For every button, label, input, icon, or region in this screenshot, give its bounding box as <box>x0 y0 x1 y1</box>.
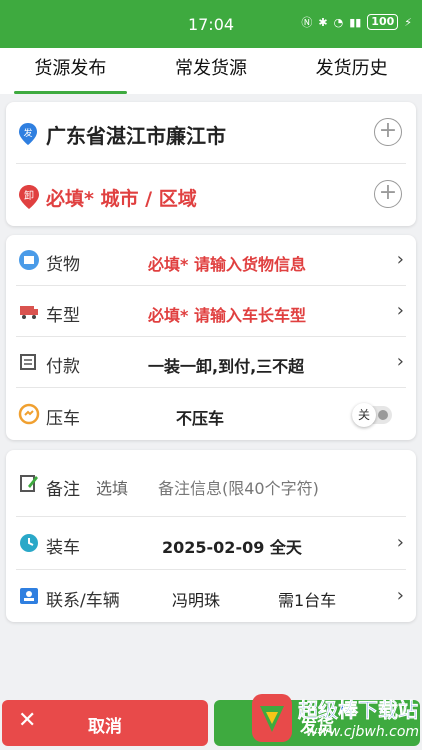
vehicle-type-row[interactable]: 车型 必填* 请输入车长车型 › <box>6 286 416 336</box>
destination-pin-icon: 卸 <box>19 185 39 209</box>
contact-icon <box>20 588 38 604</box>
goods-row[interactable]: 货物 必填* 请输入货物信息 › <box>6 235 416 285</box>
vehicle-type-value: 必填* 请输入车长车型 <box>148 306 306 325</box>
remark-input[interactable]: 备注信息(限40个字符) <box>158 475 319 499</box>
chevron-right-icon: › <box>396 300 404 321</box>
loading-label: 装车 <box>46 538 80 558</box>
charging-icon: ⚡ <box>404 15 412 29</box>
contact-row[interactable]: 联系/车辆 冯明珠 需1台车 › <box>6 570 416 622</box>
tab-frequent[interactable]: 常发货源 <box>141 48 282 94</box>
nfc-icon: Ⓝ <box>301 16 313 29</box>
payment-value: 一装一卸,到付,三不超 <box>148 357 305 376</box>
chevron-right-icon: › <box>396 532 404 553</box>
wifi-icon: ◔ <box>333 15 344 29</box>
clock-icon <box>20 534 38 552</box>
tab-history[interactable]: 发货历史 <box>281 48 422 94</box>
remark-label: 备注 <box>46 480 80 500</box>
tab-bar: 货源发布 常发货源 发货历史 <box>0 48 422 94</box>
payment-label: 付款 <box>46 357 80 377</box>
chevron-right-icon: › <box>396 585 404 606</box>
watermark-logo-icon <box>252 694 292 742</box>
loading-value: 2025-02-09 全天 <box>162 538 302 557</box>
toggle-knob: 关 <box>352 403 376 427</box>
press-vehicle-label: 压车 <box>46 409 80 429</box>
goods-value: 必填* 请输入货物信息 <box>148 255 306 274</box>
status-icons: Ⓝ ✱ ◔ ▮▮ 100 ⚡ <box>301 14 412 30</box>
signal-icon: ▮▮ <box>349 15 362 29</box>
cargo-card: 货物 必填* 请输入货物信息 › 车型 必填* 请输入车长车型 › 付款 一装一… <box>6 235 416 440</box>
bluetooth-icon: ✱ <box>318 15 328 29</box>
vehicle-type-label: 车型 <box>46 306 80 326</box>
press-vehicle-toggle[interactable]: 关 <box>352 403 392 427</box>
origin-address: 广东省湛江市廉江市 <box>46 124 226 148</box>
chevron-right-icon: › <box>396 351 404 372</box>
extra-card: 备注 选填 备注信息(限40个字符) 装车 2025-02-09 全天 › 联系… <box>6 450 416 622</box>
loading-row[interactable]: 装车 2025-02-09 全天 › <box>6 517 416 569</box>
destination-badge: 卸 <box>24 189 34 202</box>
truck-icon <box>20 306 38 319</box>
remark-optional: 选填 <box>96 479 129 498</box>
cancel-label: 取消 <box>88 717 122 737</box>
origin-row[interactable]: 发 广东省湛江市廉江市 + <box>6 102 416 162</box>
edit-icon <box>20 475 38 492</box>
plus-circle-icon[interactable]: + <box>374 180 402 208</box>
remark-row[interactable]: 备注 选填 备注信息(限40个字符) <box>6 450 416 516</box>
toggle-dot <box>378 410 388 420</box>
origin-pin-icon: 发 <box>19 123 37 145</box>
payment-row[interactable]: 付款 一装一卸,到付,三不超 › <box>6 337 416 387</box>
contact-label: 联系/车辆 <box>46 591 120 611</box>
payment-icon <box>20 354 36 370</box>
destination-address: 必填* 城市 / 区域 <box>46 188 197 210</box>
press-vehicle-value: 不压车 <box>176 409 225 428</box>
watermark-url: www.cjbwh.com <box>306 724 420 740</box>
contact-name: 冯明珠 <box>172 591 221 610</box>
watermark-text: 超级棒下载站 <box>298 698 419 723</box>
destination-row[interactable]: 卸 必填* 城市 / 区域 + <box>6 164 416 226</box>
chevron-right-icon: › <box>396 249 404 270</box>
tab-publish[interactable]: 货源发布 <box>0 48 141 94</box>
contact-vehicles: 需1台车 <box>278 591 337 610</box>
plus-circle-icon[interactable]: + <box>374 118 402 146</box>
goods-label: 货物 <box>46 255 80 275</box>
battery-icon: 100 <box>367 14 399 30</box>
status-bar: 17:04 Ⓝ ✱ ◔ ▮▮ 100 ⚡ <box>0 0 422 48</box>
watermark: 超级棒下载站 www.cjbwh.com <box>246 686 422 750</box>
press-icon <box>18 403 40 425</box>
cargo-icon <box>19 250 39 270</box>
press-vehicle-row: 压车 不压车 关 <box>6 388 416 440</box>
origin-badge: 发 <box>23 127 32 139</box>
address-card: 发 广东省湛江市廉江市 + 卸 必填* 城市 / 区域 + <box>6 102 416 226</box>
cancel-button[interactable]: ✕ 取消 <box>2 700 208 746</box>
